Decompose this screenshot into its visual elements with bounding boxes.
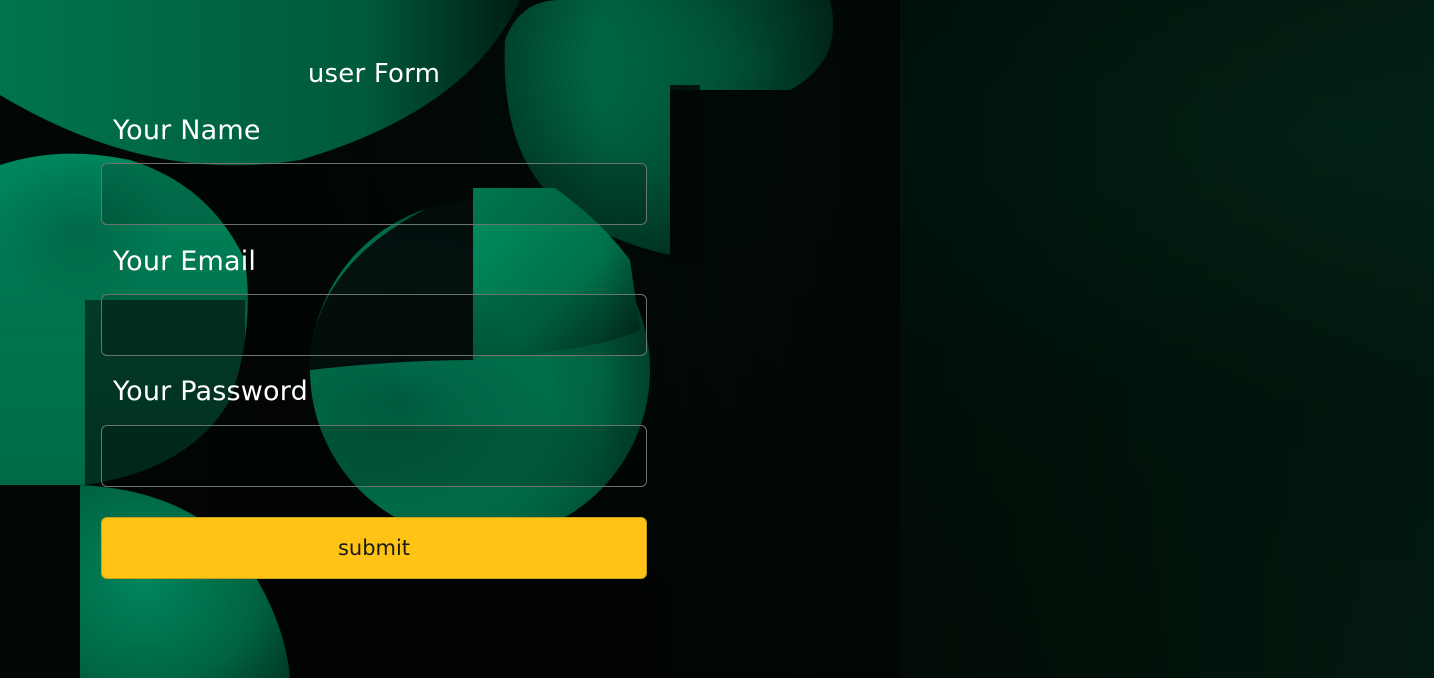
email-label: Your Email bbox=[113, 246, 257, 277]
password-label: Your Password bbox=[113, 376, 308, 407]
password-input[interactable] bbox=[101, 425, 647, 487]
page-background: user Form Your Name Your Email Your Pass… bbox=[0, 0, 1434, 678]
form-title: user Form bbox=[307, 59, 441, 89]
name-label: Your Name bbox=[113, 115, 261, 146]
email-input[interactable] bbox=[101, 294, 647, 356]
name-input[interactable] bbox=[101, 163, 647, 225]
submit-button[interactable]: submit bbox=[101, 517, 647, 579]
